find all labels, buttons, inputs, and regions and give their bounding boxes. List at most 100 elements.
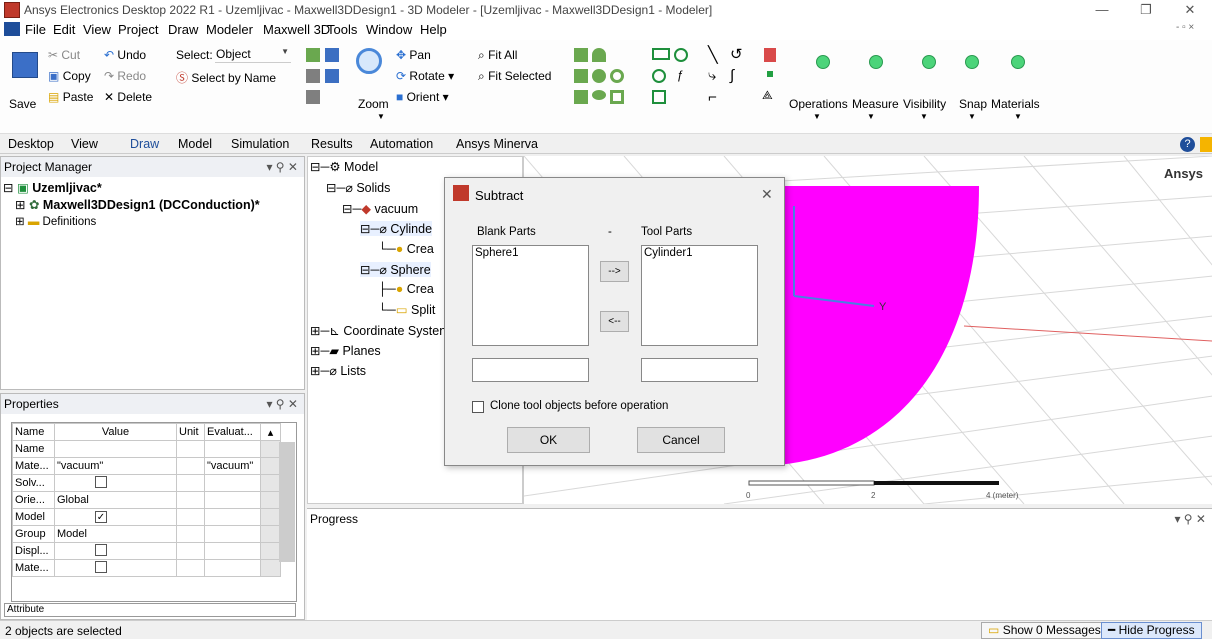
blank-parts-list[interactable]: Sphere1 xyxy=(472,245,589,346)
row-value-cell[interactable] xyxy=(54,440,177,458)
region-icon[interactable] xyxy=(764,48,776,62)
row-value-cell[interactable]: ✓ xyxy=(54,508,177,526)
unite-icon[interactable] xyxy=(306,69,320,83)
draw-solid-icon[interactable] xyxy=(306,48,320,62)
checkbox[interactable] xyxy=(95,475,107,488)
table-row[interactable]: Mate... "vacuum" "vacuum" xyxy=(12,457,281,475)
tab-simulation[interactable]: Simulation xyxy=(231,137,289,151)
scroll-up-icon[interactable]: ▴ xyxy=(260,423,281,441)
blank-filter-input[interactable] xyxy=(472,358,589,382)
snap-button[interactable]: Snap xyxy=(959,97,987,111)
materials-button[interactable]: Materials xyxy=(991,97,1040,111)
row-evaluated-cell[interactable] xyxy=(204,559,261,577)
menu-file[interactable]: File xyxy=(25,22,46,37)
row-value-cell[interactable] xyxy=(54,542,177,560)
save-button[interactable]: Save xyxy=(9,97,36,111)
design-node[interactable]: ⊞ ✿ Maxwell3DDesign1 (DCConduction)* xyxy=(15,197,260,212)
operations-button[interactable]: Operations xyxy=(789,97,848,111)
mdi-controls[interactable]: - ▫ × xyxy=(1176,22,1194,33)
row-value-cell[interactable] xyxy=(54,474,177,492)
ellipse-icon[interactable] xyxy=(652,69,666,83)
tree-cylinder[interactable]: ⊟─⌀ Cylinde xyxy=(360,221,433,236)
fit-selected-button[interactable]: ⌕ Fit Selected xyxy=(478,69,551,84)
table-row[interactable]: Group Model xyxy=(12,525,281,543)
box-icon[interactable] xyxy=(574,48,588,62)
tab-model[interactable]: Model xyxy=(178,137,212,151)
sphere-icon[interactable] xyxy=(592,69,606,83)
redo-button[interactable]: ↷ Redo xyxy=(104,69,146,83)
select-by-name-button[interactable]: Ⓢ Select by Name xyxy=(176,69,276,86)
table-row[interactable]: Orie... Global xyxy=(12,491,281,509)
row-name-cell[interactable]: Group xyxy=(12,525,55,543)
intersect-icon[interactable] xyxy=(306,90,320,104)
visibility-button[interactable]: Visibility xyxy=(903,97,946,111)
panel-controls[interactable]: ▾ ⚲ ✕ xyxy=(266,157,298,177)
attribute-tab[interactable]: Attribute xyxy=(4,603,296,617)
row-name-cell[interactable]: Mate... xyxy=(12,457,55,475)
spline-icon[interactable]: ⤷ xyxy=(708,67,716,84)
move-right-button[interactable]: --> xyxy=(600,261,629,282)
row-evaluated-cell[interactable] xyxy=(204,542,261,560)
tree-lists[interactable]: ⊞─⌀ Lists xyxy=(310,363,366,378)
row-unit-cell[interactable] xyxy=(176,491,205,509)
row-name-cell[interactable]: Displ... xyxy=(12,542,55,560)
panel-controls[interactable]: ▾ ⚲ ✕ xyxy=(266,394,298,414)
polygon-icon[interactable] xyxy=(652,90,666,104)
checkbox[interactable] xyxy=(95,543,107,556)
cancel-button[interactable]: Cancel xyxy=(637,427,725,453)
list-item[interactable]: Sphere1 xyxy=(475,247,586,259)
table-row[interactable]: Model ✓ xyxy=(12,508,281,526)
row-value-cell[interactable] xyxy=(54,559,177,577)
tree-create-cylinder[interactable]: └─● Crea xyxy=(378,242,434,256)
row-evaluated-cell[interactable] xyxy=(204,474,261,492)
col-name[interactable]: Name xyxy=(12,423,55,441)
tab-view[interactable]: View xyxy=(71,137,98,151)
tool-filter-input[interactable] xyxy=(641,358,758,382)
draw-box-icon[interactable] xyxy=(325,48,339,62)
torus-icon[interactable] xyxy=(610,69,624,83)
row-name-cell[interactable]: Orie... xyxy=(12,491,55,509)
row-unit-cell[interactable] xyxy=(176,525,205,543)
restore-button[interactable]: ❐ xyxy=(1124,0,1168,20)
menu-edit[interactable]: Edit xyxy=(53,22,75,37)
line-icon[interactable]: ╲ xyxy=(708,45,718,65)
fit-all-button[interactable]: ⌕ Fit All xyxy=(478,48,517,63)
select-dropdown[interactable]: Object ▼ xyxy=(215,47,291,63)
undo-button[interactable]: ↶ Undo xyxy=(104,48,146,62)
row-evaluated-cell[interactable] xyxy=(204,440,261,458)
cut-button[interactable]: ✂ Cut xyxy=(48,48,80,62)
row-unit-cell[interactable] xyxy=(176,457,205,475)
arc-icon[interactable]: ↺ xyxy=(730,45,743,63)
row-evaluated-cell[interactable]: "vacuum" xyxy=(204,457,261,475)
tree-solids[interactable]: ⊟─⌀ Solids xyxy=(326,180,390,195)
tree-model[interactable]: ⊟─⚙ Model xyxy=(310,159,378,174)
row-unit-cell[interactable] xyxy=(176,542,205,560)
cylinder-icon[interactable] xyxy=(574,69,588,83)
row-name-cell[interactable]: Name xyxy=(12,440,55,458)
measure-button[interactable]: Measure xyxy=(852,97,899,111)
rotate-button[interactable]: ⟳ Rotate ▾ xyxy=(396,69,454,83)
table-row[interactable]: Mate... xyxy=(12,559,281,577)
show-messages-button[interactable]: ▭ Show 0 Messages xyxy=(981,622,1108,639)
row-name-cell[interactable]: Mate... xyxy=(12,559,55,577)
rectangle-icon[interactable] xyxy=(652,48,670,60)
close-button[interactable]: ✕ xyxy=(1168,0,1212,20)
col-value[interactable]: Value xyxy=(54,423,177,441)
checkbox[interactable] xyxy=(95,560,107,573)
tree-sphere[interactable]: ⊟─⌀ Sphere xyxy=(360,262,431,277)
move-left-button[interactable]: <-- xyxy=(600,311,629,332)
row-evaluated-cell[interactable] xyxy=(204,491,261,509)
row-unit-cell[interactable] xyxy=(176,508,205,526)
checkbox[interactable]: ✓ xyxy=(95,511,107,523)
dialog-close-button[interactable]: ✕ xyxy=(761,186,773,203)
helix-icon[interactable] xyxy=(610,90,624,104)
cone-icon[interactable] xyxy=(592,48,606,62)
row-value-cell[interactable]: Model xyxy=(54,525,177,543)
tree-coordinate-systems[interactable]: ⊞─⊾ Coordinate Systen xyxy=(310,323,446,338)
menu-draw[interactable]: Draw xyxy=(168,22,198,37)
ok-button[interactable]: OK xyxy=(507,427,590,453)
plane-icon[interactable]: ⟁ xyxy=(762,88,773,103)
paste-button[interactable]: ▤ Paste xyxy=(48,90,93,104)
menu-modeler[interactable]: Modeler xyxy=(206,22,253,37)
list-item[interactable]: Cylinder1 xyxy=(644,247,755,259)
